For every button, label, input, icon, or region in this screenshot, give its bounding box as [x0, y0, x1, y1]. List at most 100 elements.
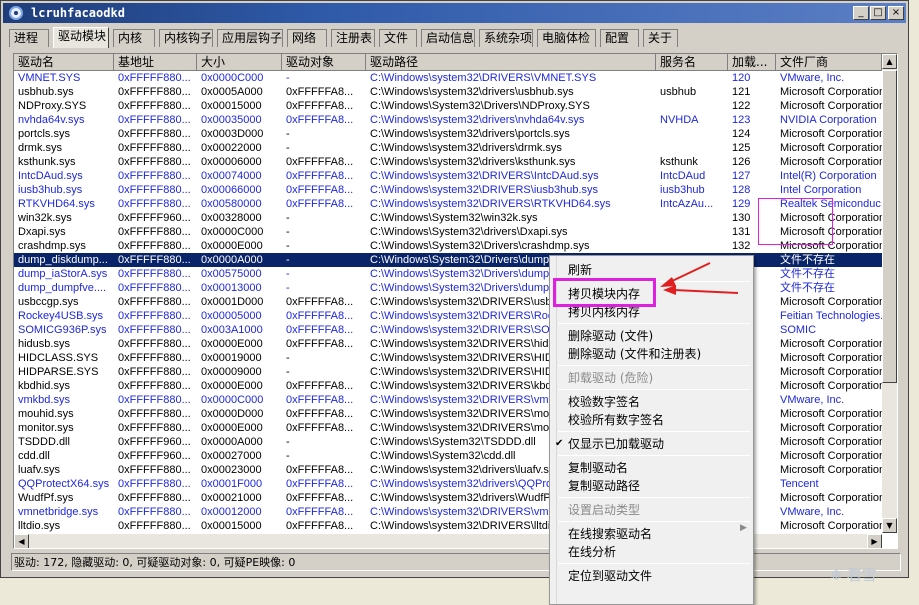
minimize-button[interactable]: _ — [853, 6, 869, 20]
table-cell: dump_iaStorA.sys — [18, 268, 108, 280]
menu-item-10[interactable]: 校验数字签名 — [568, 393, 640, 411]
table-row[interactable]: WudfPf.sys 0xFFFFF880... 0x00021000 0xFFFFF… — [14, 491, 897, 505]
column-header-0[interactable]: 驱动名 — [14, 54, 114, 71]
table-row[interactable]: luafv.sys 0xFFFFF880... 0x00023000 0xFFFFFA… — [14, 463, 897, 477]
column-header-4[interactable]: 驱动路径 — [366, 54, 656, 71]
table-cell: kbdhid.sys — [18, 380, 70, 392]
column-header-3[interactable]: 驱动对象 — [282, 54, 366, 71]
tab-9[interactable]: 系统杂项 — [479, 29, 533, 47]
table-row[interactable]: IntcDAud.sys 0xFFFFF880... 0x00074000 0xFFF… — [14, 169, 897, 183]
table-row[interactable]: usbhub.sys 0xFFFFF880... 0x0005A000 0xFFFFF… — [14, 85, 897, 99]
table-cell: C:\Windows\System32\win32k.sys — [370, 212, 538, 224]
table-cell: 0x00015000 — [201, 520, 262, 532]
table-row[interactable]: mouhid.sys 0xFFFFF880... 0x0000D000 0xFFFFF… — [14, 407, 897, 421]
table-cell: 0xFFFFFA8... — [286, 170, 354, 182]
table-cell — [656, 211, 728, 225]
table-cell: 0x0001F000 — [201, 478, 263, 490]
table-cell: usbccgp.sys — [18, 296, 79, 308]
table-row[interactable]: hidusb.sys 0xFFFFF880... 0x0000E000 0xFFFFF… — [14, 337, 897, 351]
table-row[interactable]: dump_diskdump... 0xFFFFF880... 0x0000A000 -… — [14, 253, 897, 267]
tab-4[interactable]: 应用层钩子 — [217, 29, 283, 47]
tab-3[interactable]: 内核钩子 — [159, 29, 213, 47]
tab-8[interactable]: 启动信息 — [421, 29, 475, 47]
column-header-6[interactable]: 加载... — [728, 54, 776, 71]
menu-item-13[interactable]: 仅显示已加载驱动 — [555, 435, 664, 453]
menu-item-23[interactable]: 定位到驱动文件 — [568, 567, 652, 585]
menu-separator — [558, 497, 750, 498]
main-window: lcruhfacaodkd _ □ × 进程 驱动模块 内核 内核钩子 应用层钩子 网络注… — [0, 0, 909, 578]
menu-item-5[interactable]: 删除驱动 (文件) — [568, 327, 653, 345]
table-cell: Microsoft Corporation — [780, 156, 882, 168]
table-row[interactable]: nvhda64v.sys 0xFFFFF880... 0x00035000 0xFFF… — [14, 113, 897, 127]
table-cell: ksthunk.sys — [18, 156, 76, 168]
table-cell: HIDPARSE.SYS — [18, 366, 99, 378]
table-row[interactable]: dump_dumpfve.... 0xFFFFF880... 0x00013000 -… — [14, 281, 897, 295]
menu-item-8: 卸载驱动 (危险) — [568, 371, 654, 385]
table-cell: vmnetbridge.sys — [18, 506, 99, 518]
table-row[interactable]: kbdhid.sys 0xFFFFF880... 0x0000E000 0xFFFFF… — [14, 379, 897, 393]
tab-10[interactable]: 电脑体检 — [537, 29, 596, 47]
table-cell: C:\Windows\system32\DRIVERS\iusb3hub.sys — [370, 184, 599, 196]
tab-11[interactable]: 配置 — [600, 29, 639, 47]
table-cell: RTKVHD64.sys — [18, 198, 95, 210]
table-cell: Microsoft Corporation — [780, 100, 882, 112]
table-row[interactable]: TSDDD.dll 0xFFFFF960... 0x0000A000- C:\Wind… — [14, 435, 897, 449]
title-bar[interactable]: lcruhfacaodkd _ □ × — [3, 3, 906, 23]
table-row[interactable]: cdd.dll 0xFFFFF960... 0x00027000- C:\Window… — [14, 449, 897, 463]
tab-2[interactable]: 内核 — [113, 29, 155, 47]
table-row[interactable]: QQProtectX64.sys 0xFFFFF880... 0x0001F000 0… — [14, 477, 897, 491]
tab-1[interactable]: 驱动模块 — [53, 27, 109, 48]
scroll-left-button[interactable]: ◀ — [14, 534, 29, 548]
vertical-scrollbar[interactable]: ▲ ▼ — [882, 54, 897, 533]
tab-12[interactable]: 关于 — [643, 29, 678, 47]
table-row[interactable]: usbccgp.sys 0xFFFFF880... 0x0001D000 0xFFFF… — [14, 295, 897, 309]
scroll-up-button[interactable]: ▲ — [882, 54, 897, 69]
table-row[interactable]: dump_iaStorA.sys 0xFFFFF880... 0x00575000 -… — [14, 267, 897, 281]
table-cell: Microsoft Corporation — [780, 142, 882, 154]
driver-list[interactable]: 驱动名 基地址 大小 驱动对象 驱动路径 服务名 加载... 文件厂商 VMNET.SYS 0x… — [13, 53, 898, 549]
table-row[interactable]: lltdio.sys 0xFFFFF880... 0x00015000 0xFFFFF… — [14, 519, 897, 533]
table-cell: 0x00035000 — [201, 114, 262, 126]
table-row[interactable]: vmkbd.sys 0xFFFFF880... 0x0000C000 0xFFFFFA… — [14, 393, 897, 407]
menu-item-6[interactable]: 删除驱动 (文件和注册表) — [568, 345, 701, 363]
table-row[interactable]: portcls.sys 0xFFFFF880... 0x0003D000 - C:\Wi… — [14, 127, 897, 141]
table-cell: crashdmp.sys — [18, 240, 86, 252]
table-cell: 0xFFFFFA8... — [286, 380, 354, 392]
tab-7[interactable]: 文件 — [379, 29, 417, 47]
menu-item-11[interactable]: 校验所有数字签名 — [568, 411, 664, 429]
table-cell: 0xFFFFF880... — [118, 492, 191, 504]
scroll-down-button[interactable]: ▼ — [882, 518, 897, 533]
column-header-5[interactable]: 服务名 — [656, 54, 728, 71]
tab-6[interactable]: 注册表 — [331, 29, 375, 47]
tab-0[interactable]: 进程 — [9, 29, 49, 47]
menu-item-0[interactable]: 刷新 — [568, 261, 592, 279]
scroll-right-button[interactable]: ▶ — [867, 534, 882, 548]
maximize-button[interactable]: □ — [870, 6, 886, 20]
vertical-scroll-thumb[interactable] — [882, 70, 897, 383]
menu-item-15[interactable]: 复制驱动名 — [568, 459, 628, 477]
table-row[interactable]: HIDPARSE.SYS 0xFFFFF880... 0x00009000- C:\W… — [14, 365, 897, 379]
close-button[interactable]: × — [888, 6, 904, 20]
table-row[interactable]: vmnetbridge.sys 0xFFFFF880... 0x00012000 0x… — [14, 505, 897, 519]
table-cell: - — [286, 212, 290, 224]
tab-5[interactable]: 网络 — [287, 29, 327, 47]
table-row[interactable]: NDProxy.SYS 0xFFFFF880... 0x00015000 0xFFFF… — [14, 99, 897, 113]
table-row[interactable]: drmk.sys 0xFFFFF880... 0x00022000 - C:\Windo… — [14, 141, 897, 155]
table-row[interactable]: HIDCLASS.SYS 0xFFFFF880... 0x00019000- C:\W… — [14, 351, 897, 365]
menu-item-21[interactable]: 在线分析 — [568, 543, 616, 561]
table-row[interactable]: VMNET.SYS 0xFFFFF880... 0x0000C000 - C:\Wind… — [14, 71, 897, 85]
table-cell: 0x0000E000 — [201, 240, 263, 252]
table-row[interactable]: Rockey4USB.sys 0xFFFFF880... 0x00005000 0xF… — [14, 309, 897, 323]
column-header-7[interactable]: 文件厂商 — [776, 54, 882, 71]
table-cell: 0xFFFFFA8... — [286, 184, 354, 196]
table-cell: 0xFFFFFA8... — [286, 492, 354, 504]
menu-item-20[interactable]: 在线搜索驱动名 — [568, 525, 652, 543]
table-cell: 0x0000E000 — [201, 380, 263, 392]
table-row[interactable]: SOMICG936P.sys 0xFFFFF880... 0x003A1000 0xF… — [14, 323, 897, 337]
column-header-2[interactable]: 大小 — [197, 54, 282, 71]
menu-item-16[interactable]: 复制驱动路径 — [568, 477, 640, 495]
table-row[interactable]: iusb3hub.sys 0xFFFFF880... 0x00066000 0xFFF… — [14, 183, 897, 197]
column-header-1[interactable]: 基地址 — [114, 54, 197, 71]
table-row[interactable]: ksthunk.sys 0xFFFFF880... 0x00006000 0xFFFF… — [14, 155, 897, 169]
table-row[interactable]: monitor.sys 0xFFFFF880... 0x0000E000 0xFFFF… — [14, 421, 897, 435]
